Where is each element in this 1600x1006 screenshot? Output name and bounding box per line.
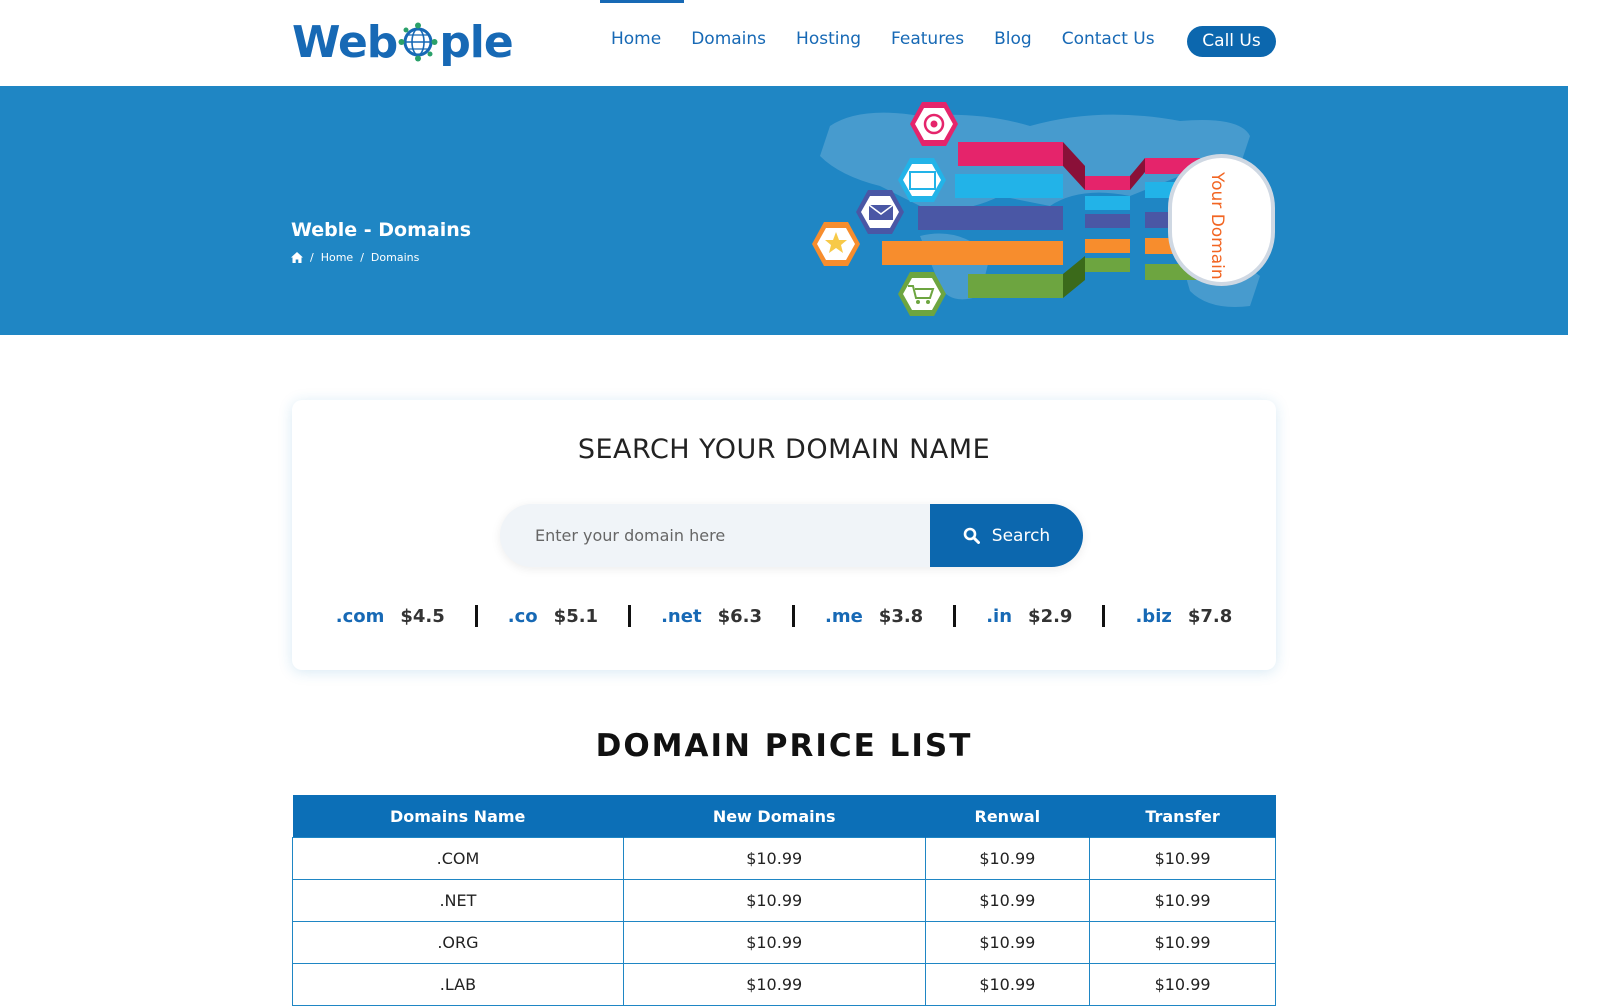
tld-extension: .com [335,605,385,627]
search-button[interactable]: Search [930,504,1083,567]
price-list-title: DOMAIN PRICE LIST [595,728,973,764]
nav-hosting[interactable]: Hosting [781,0,876,86]
table-cell: $10.99 [1089,837,1276,880]
page-title: Weble - Domains [291,219,472,241]
breadcrumb-separator: / [310,251,314,264]
page-banner: Weble - Domains / Home / Domains Your Do… [0,86,1568,335]
site-header: Web ple Home Domains Hosting Features Bl… [0,0,1568,86]
domain-search-input[interactable] [500,504,930,567]
tld-extension: .in [986,605,1013,627]
tld-price: $7.8 [1187,605,1233,627]
home-icon[interactable] [291,252,303,263]
column-header: Renwal [925,795,1091,838]
logo-text-prefix: Web [292,16,398,68]
column-header: Transfer [1089,795,1276,838]
table-cell: $10.99 [622,879,926,922]
column-header: Domains Name [292,795,624,838]
table-cell: $10.99 [924,837,1091,880]
tld-price: $2.9 [1028,605,1073,627]
table-cell: .ORG [292,921,624,964]
nav-features[interactable]: Features [876,0,979,86]
tld-separator [474,605,478,627]
tld-item[interactable]: .co $5.1 [508,606,598,627]
tld-extension: .co [507,605,538,627]
globe-network-icon [398,22,438,62]
tld-separator [791,605,795,627]
table-cell: $10.99 [1089,879,1276,922]
table-cell: $10.99 [622,921,926,964]
tld-extension: .net [661,605,702,627]
search-icon [963,527,980,544]
call-us-button[interactable]: Call Us [1187,26,1276,57]
tld-separator [628,605,632,627]
table-cell: .NET [292,879,624,922]
tld-item[interactable]: .net $6.3 [661,606,762,627]
tld-extension: .me [824,605,863,627]
tld-price: $4.5 [400,605,445,627]
table-header-row: Domains Name New Domains Renwal Transfer [292,795,1276,838]
table-cell: .LAB [292,963,624,1006]
column-header: New Domains [623,795,926,838]
breadcrumb-home[interactable]: Home [321,251,353,264]
tld-price: $3.8 [878,605,924,627]
table-cell: $10.99 [622,837,926,880]
tld-separator [1102,605,1106,627]
domain-search-form: Search [500,504,1083,567]
envelope-icon [856,190,904,234]
tld-price: $5.1 [553,605,599,627]
star-map-icon [812,222,860,266]
search-button-label: Search [991,525,1051,546]
table-row: .LAB $10.99 $10.99 $10.99 [292,963,1276,1006]
tld-price-list: .com $4.5 .co $5.1 .net $6.3 .me $3.8 .i… [292,605,1276,627]
nav-home[interactable]: Home [596,0,685,86]
search-title: SEARCH YOUR DOMAIN NAME [577,434,991,465]
tld-item[interactable]: .biz $7.8 [1135,606,1232,627]
tld-item[interactable]: .com $4.5 [336,606,445,627]
breadcrumb: / Home / Domains [291,251,419,264]
tld-price: $6.3 [717,605,762,627]
domain-search-card: SEARCH YOUR DOMAIN NAME Search .com $4.5… [292,400,1276,670]
logo-text-suffix: ple [439,16,513,68]
table-cell: $10.99 [924,963,1091,1006]
table-cell: $10.99 [1089,921,1276,964]
tld-extension: .biz [1135,605,1172,627]
nav-domains[interactable]: Domains [676,0,781,86]
breadcrumb-domains: Domains [370,251,420,264]
table-row: .NET $10.99 $10.99 $10.99 [292,879,1276,922]
tld-item[interactable]: .me $3.8 [825,606,923,627]
table-cell: $10.99 [1089,963,1276,1006]
your-domain-label: Your Domain [1207,171,1227,280]
nav-contact-us[interactable]: Contact Us [1047,0,1170,86]
table-row: .ORG $10.99 $10.99 $10.99 [292,921,1276,964]
breadcrumb-separator: / [360,251,364,264]
table-cell: $10.99 [622,963,926,1006]
table-cell: .COM [292,837,624,880]
tld-item[interactable]: .in $2.9 [986,606,1072,627]
main-nav: Home Domains Hosting Features Blog Conta… [596,0,1170,86]
table-row: .COM $10.99 $10.99 $10.99 [292,837,1276,880]
weboople-logo[interactable]: Web ple [292,14,514,70]
domain-illustration: Your Domain [812,102,1275,316]
table-cell: $10.99 [924,879,1091,922]
table-cell: $10.99 [924,921,1091,964]
tld-separator [953,605,957,627]
domain-price-table: Domains Name New Domains Renwal Transfer… [292,795,1276,1006]
nav-blog[interactable]: Blog [979,0,1047,86]
